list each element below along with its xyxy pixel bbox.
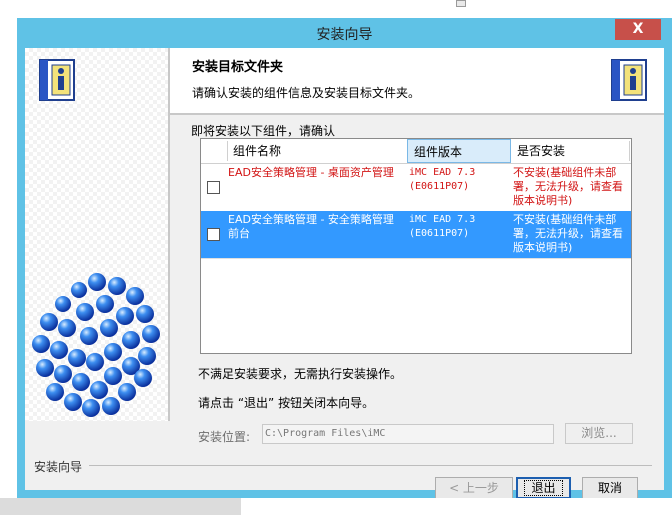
install-location-label: 安装位置: [198, 430, 251, 444]
close-button[interactable]: X [615, 19, 661, 40]
intro-text: 即将安装以下组件，请确认 [191, 124, 336, 138]
molecule-sphere-image [32, 273, 160, 417]
taskbar-shade [0, 498, 241, 515]
header-separator [629, 141, 630, 161]
row-component-name: EAD安全策略管理 - 安全策略管理前台 [228, 213, 394, 240]
component-table[interactable]: 组件名称 组件版本 是否安装 EAD安全策略管理 - 桌面资产管理 iMC EA… [200, 138, 632, 354]
header-divider [170, 113, 664, 115]
row-component-name: EAD安全策略管理 - 桌面资产管理 [228, 166, 394, 179]
installer-window: 安装向导 X 安装目标文件夹 请确认安装的组件信息及安装目标文件夹。 即将安装以… [17, 18, 672, 499]
cancel-button[interactable]: 取消 [582, 477, 638, 499]
previous-button[interactable]: < 上一步 [435, 477, 513, 499]
row-install-status: 不安装(基础组件未部署，无法升级，请查看版本说明书) [513, 166, 623, 207]
info-book-icon [611, 59, 647, 101]
column-header-install[interactable]: 是否安装 [511, 139, 629, 163]
page-title: 安装目标文件夹 [192, 60, 284, 75]
info-book-icon [39, 59, 75, 101]
page-subtitle: 请确认安装的组件信息及安装目标文件夹。 [192, 86, 421, 100]
row-component-version: iMC EAD 7.3 (E0611P07) [409, 214, 476, 239]
row-checkbox[interactable] [207, 181, 220, 194]
requirement-message: 不满足安装要求，无需执行安装操作。 [198, 367, 403, 381]
desktop-taskbar [0, 498, 672, 515]
header-checkbox-column [201, 139, 227, 163]
table-row[interactable]: EAD安全策略管理 - 桌面资产管理 iMC EAD 7.3 (E0611P07… [201, 164, 631, 212]
table-header: 组件名称 组件版本 是否安装 [201, 139, 631, 164]
exit-hint-message: 请点击 “退出” 按钮关闭本向导。 [198, 396, 375, 410]
install-location-field[interactable]: C:\Program Files\iMC [262, 424, 554, 444]
wizard-header: 安装目标文件夹 请确认安装的组件信息及安装目标文件夹。 [170, 48, 664, 113]
column-header-version[interactable]: 组件版本 [407, 139, 511, 163]
column-header-name[interactable]: 组件名称 [227, 139, 407, 163]
wizard-side-panel [25, 48, 168, 421]
desktop-icon [456, 0, 466, 7]
desktop-strip [0, 0, 672, 18]
row-install-status: 不安装(基础组件未部署，无法升级，请查看版本说明书) [513, 213, 623, 254]
table-row-selected[interactable]: EAD安全策略管理 - 安全策略管理前台 iMC EAD 7.3 (E0611P… [201, 211, 631, 259]
row-checkbox[interactable] [207, 228, 220, 241]
dialog-client: 安装目标文件夹 请确认安装的组件信息及安装目标文件夹。 即将安装以下组件，请确认… [25, 48, 664, 499]
window-title: 安装向导 [316, 27, 373, 43]
footer-divider [89, 465, 652, 466]
footer-group-label: 安装向导 [34, 460, 83, 474]
row-component-version: iMC EAD 7.3 (E0611P07) [409, 167, 476, 192]
browse-button[interactable]: 浏览... [565, 423, 633, 444]
title-bar[interactable]: 安装向导 X [17, 18, 672, 48]
exit-button[interactable]: 退出 [516, 477, 571, 499]
exit-button-label: 退出 [524, 480, 563, 496]
